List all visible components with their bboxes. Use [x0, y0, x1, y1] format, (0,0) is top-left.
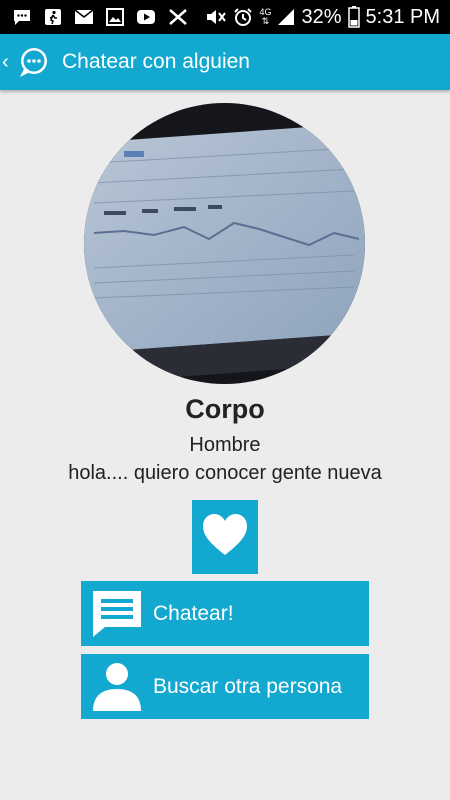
notification-icons: [12, 8, 188, 26]
network-type: 4G ⇅: [259, 8, 271, 26]
search-person-button[interactable]: Buscar otra persona: [81, 654, 369, 719]
status-bar: 4G ⇅ 32% 5:31 PM: [0, 0, 450, 34]
person-icon: [81, 661, 153, 713]
clock: 5:31 PM: [365, 5, 440, 28]
chat-bubble-icon[interactable]: [16, 45, 50, 79]
message-icon: [81, 589, 153, 639]
mail-icon: [74, 9, 94, 25]
youtube-icon: [136, 9, 156, 25]
profile-status: hola.... quiero conocer gente nueva: [68, 462, 382, 484]
image-icon: [106, 8, 124, 26]
search-person-label: Buscar otra persona: [153, 674, 343, 698]
chat-button[interactable]: Chatear!: [81, 581, 369, 646]
profile-photo: [84, 103, 365, 384]
missed-call-icon: [168, 8, 188, 26]
heart-icon: [201, 513, 249, 562]
system-icons: 4G ⇅ 32% 5:31 PM: [203, 6, 440, 29]
app-bar: ‹ Chatear con alguien: [0, 34, 450, 90]
messages-icon: [12, 8, 32, 26]
walk-icon: [44, 8, 62, 26]
signal-icon: [277, 8, 295, 26]
chat-button-label: Chatear!: [153, 601, 234, 625]
profile-gender: Hombre: [189, 434, 261, 456]
silent-icon: [203, 7, 227, 27]
like-button[interactable]: [192, 500, 258, 574]
alarm-icon: [233, 7, 253, 27]
chevron-left-icon[interactable]: ‹: [2, 51, 14, 74]
battery-percent: 32%: [301, 5, 342, 28]
profile-name: Corpo: [185, 394, 265, 424]
data-arrows-icon: ⇅: [261, 16, 270, 26]
battery-icon: [347, 6, 360, 28]
page-title: Chatear con alguien: [62, 50, 250, 73]
